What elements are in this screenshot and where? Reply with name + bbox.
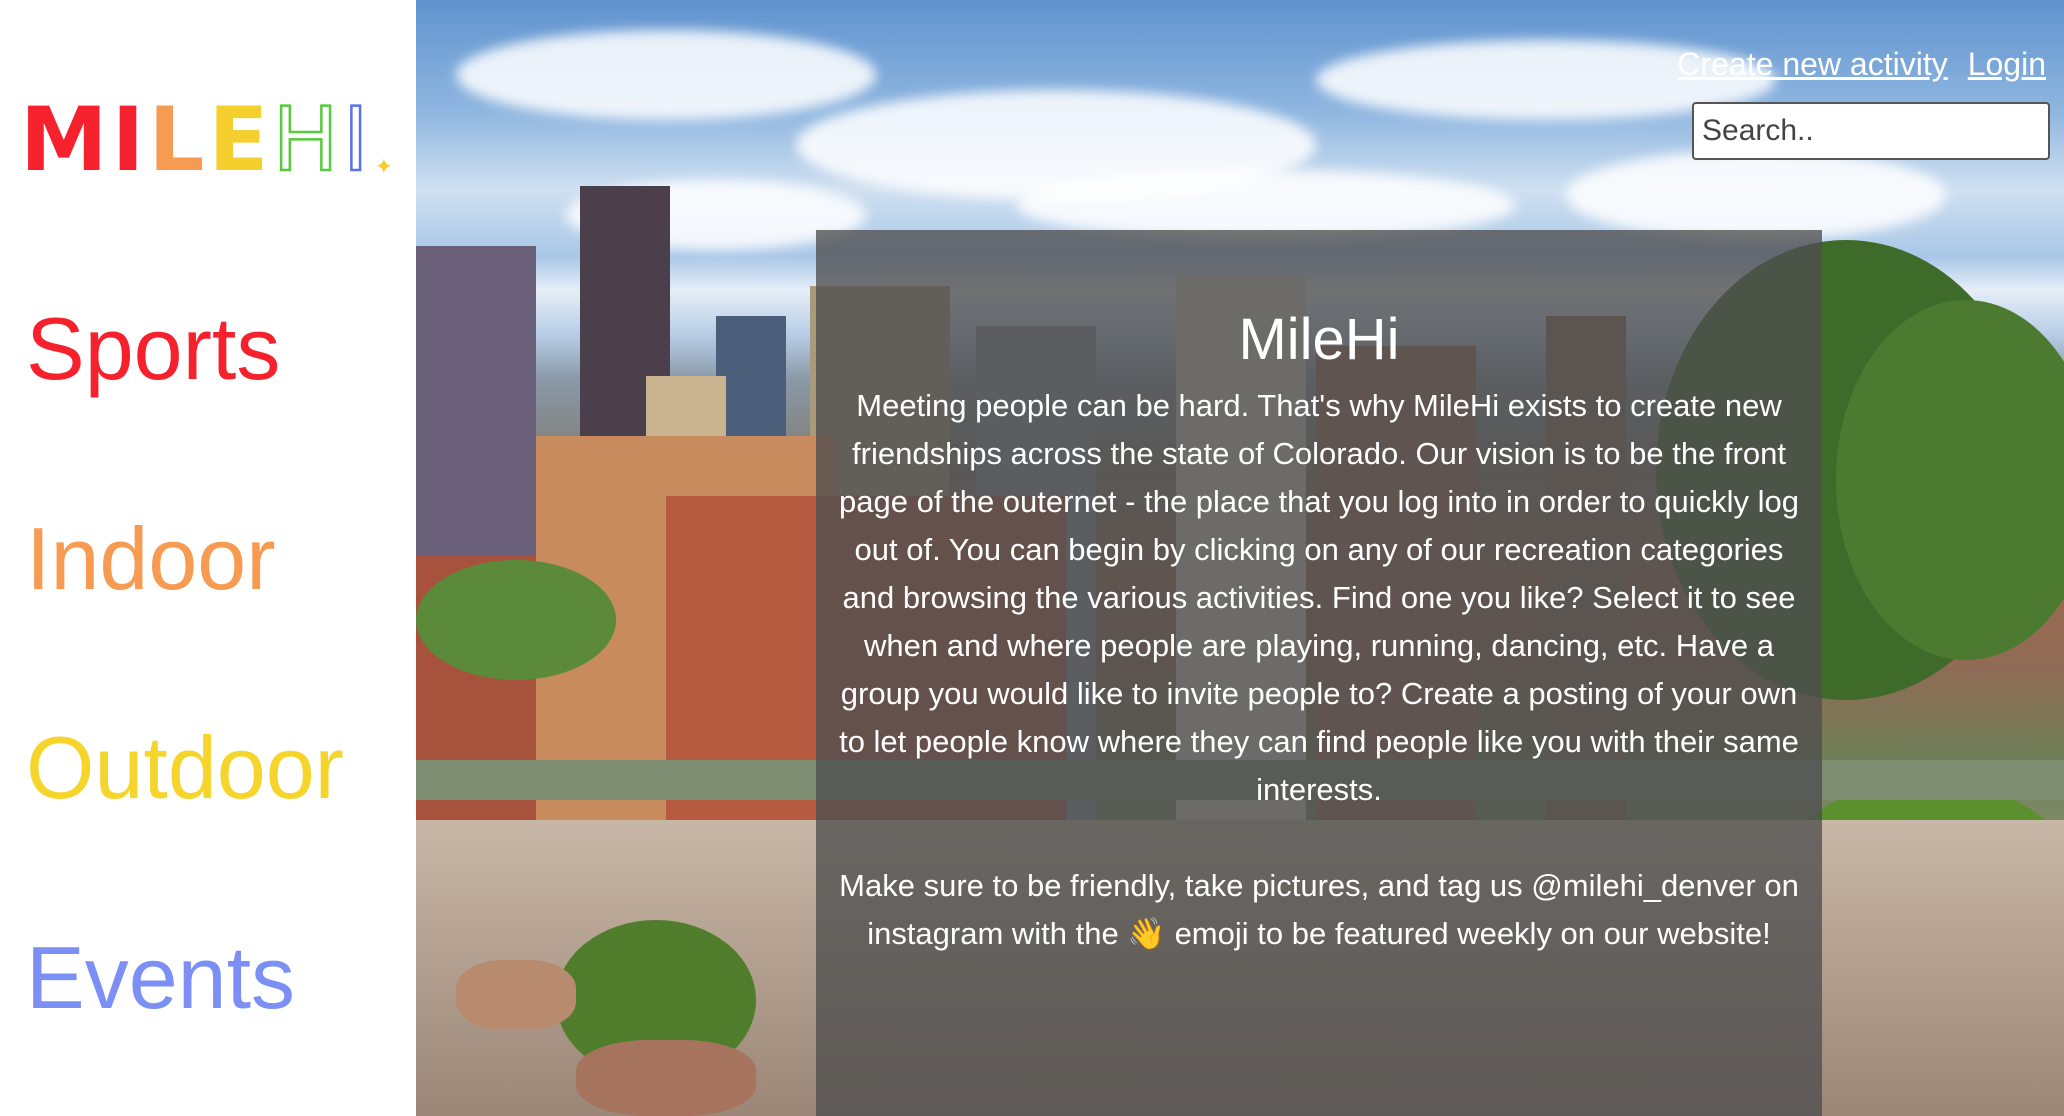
category-indoor[interactable]: Indoor — [26, 515, 276, 603]
panel-intro-text: Meeting people can be hard. That's why M… — [839, 387, 1799, 807]
login-link[interactable]: Login — [1968, 46, 2046, 83]
search-input[interactable] — [1692, 102, 2050, 160]
panel-title: MileHi — [1238, 307, 1400, 372]
category-events[interactable]: Events — [26, 934, 295, 1022]
about-panel: MileHi Meeting people can be hard. That'… — [816, 230, 1822, 1116]
logo-letter-e: E — [208, 88, 273, 191]
logo-letter-m: M — [20, 88, 112, 191]
top-nav: Create new activity Login — [1677, 46, 2046, 83]
category-outdoor[interactable]: Outdoor — [26, 724, 344, 812]
sidebar: M I L E H I ✦ Sports Indoor Outdoor Even… — [0, 0, 416, 1116]
panel-instagram-text: Make sure to be friendly, take pictures,… — [839, 867, 1799, 951]
create-activity-link[interactable]: Create new activity — [1677, 46, 1947, 83]
sparkle-icon: ✦ — [374, 154, 394, 179]
logo-letter-h: H — [271, 88, 343, 191]
logo-letter-l: L — [148, 88, 209, 191]
logo-letter-i-outline: I — [341, 88, 373, 191]
milehi-logo[interactable]: M I L E H I ✦ — [20, 88, 394, 191]
logo-letter-i: I — [111, 88, 149, 191]
category-sports[interactable]: Sports — [26, 305, 280, 393]
